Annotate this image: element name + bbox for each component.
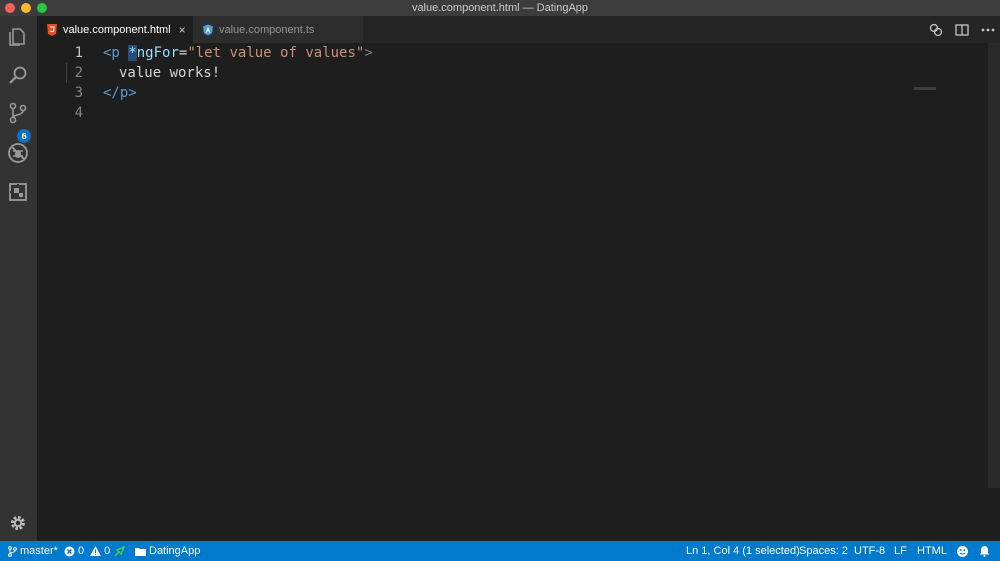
line-number: 3 xyxy=(74,85,83,101)
extensions-icon[interactable] xyxy=(7,181,29,203)
status-bar: master* 0 0 DatingApp Ln 1, Col 4 (1 sel… xyxy=(0,541,1000,561)
tab-value-component-ts[interactable]: value.component.ts xyxy=(193,16,363,43)
eol-text: LF xyxy=(894,545,907,557)
code-line[interactable]: 3 </p> xyxy=(37,83,977,103)
indentation-text: Spaces: 2 xyxy=(799,545,848,557)
activity-bar: 6 xyxy=(0,16,37,541)
tab-bar: value.component.html × value.component.t… xyxy=(37,16,1000,43)
code-line[interactable]: 1 <p *ngFor="let value of values"> xyxy=(37,43,977,63)
gear-icon[interactable] xyxy=(7,512,29,534)
more-icon[interactable] xyxy=(980,22,996,38)
debug-icon[interactable] xyxy=(7,142,29,164)
folder-name: DatingApp xyxy=(149,545,201,557)
line-number: 1 xyxy=(74,45,83,61)
tag-open: <p xyxy=(103,45,120,61)
tab-value-component-html[interactable]: value.component.html × xyxy=(37,16,193,43)
cursor-position[interactable]: Ln 1, Col 4 (1 selected) xyxy=(686,541,800,561)
branch-name: master* xyxy=(20,545,58,557)
line-number: 2 xyxy=(74,65,83,81)
close-window-button[interactable] xyxy=(5,3,15,13)
warning-count: 0 xyxy=(104,545,111,557)
code-editor[interactable]: 1 <p *ngFor="let value of values"> 2 val… xyxy=(37,43,1000,541)
error-icon xyxy=(64,546,75,557)
tab-label: value.component.ts xyxy=(219,23,315,36)
notifications-bell-icon[interactable] xyxy=(979,541,990,561)
line-number: 4 xyxy=(74,105,83,121)
encoding-text: UTF-8 xyxy=(854,545,886,557)
close-icon[interactable]: × xyxy=(179,23,186,37)
search-icon[interactable] xyxy=(7,64,29,86)
selected-text: * xyxy=(128,45,137,61)
angular-file-icon xyxy=(203,24,213,36)
open-changes-icon[interactable] xyxy=(928,22,944,38)
attribute-value: "let value of values" xyxy=(187,45,365,61)
code-line[interactable]: 2 value works! xyxy=(37,63,977,83)
window-title: value.component.html — DatingApp xyxy=(411,2,589,14)
editor-actions xyxy=(928,16,996,43)
indentation-setting[interactable]: Spaces: 2 xyxy=(799,541,848,561)
problems-indicator[interactable]: 0 0 xyxy=(64,541,110,561)
attribute-name: ngFor xyxy=(136,45,179,61)
eol-setting[interactable]: LF xyxy=(894,541,907,561)
indent-guide xyxy=(66,63,67,83)
error-count: 0 xyxy=(78,545,85,557)
tab-label: value.component.html xyxy=(63,23,171,36)
code-text: <p *ngFor="let value of values"> xyxy=(103,45,373,61)
language-mode[interactable]: HTML xyxy=(917,541,947,561)
code-line[interactable]: 4 xyxy=(37,103,977,123)
cursor-position-text: Ln 1, Col 4 (1 selected) xyxy=(686,545,800,557)
source-control-icon[interactable] xyxy=(7,102,29,124)
tag-bracket: > xyxy=(364,45,373,61)
source-control-badge: 6 xyxy=(17,129,31,143)
html-file-icon xyxy=(47,23,57,36)
git-branch-icon xyxy=(8,545,17,557)
maximize-window-button[interactable] xyxy=(37,3,47,13)
files-icon[interactable] xyxy=(7,26,29,48)
title-bar: value.component.html — DatingApp xyxy=(0,0,1000,16)
vertical-scrollbar[interactable] xyxy=(988,43,1000,488)
minimize-window-button[interactable] xyxy=(21,3,31,13)
workspace-folder[interactable]: DatingApp xyxy=(135,541,200,561)
branch-indicator[interactable]: master* xyxy=(8,541,58,561)
folder-icon xyxy=(135,547,146,556)
split-editor-icon[interactable] xyxy=(954,22,970,38)
live-share-icon[interactable] xyxy=(114,541,125,561)
encoding-setting[interactable]: UTF-8 xyxy=(854,541,885,561)
code-text: </p> xyxy=(103,85,137,101)
language-text: HTML xyxy=(917,545,947,557)
window-controls xyxy=(5,3,47,13)
feedback-icon[interactable] xyxy=(956,541,969,561)
code-text: value works! xyxy=(119,65,221,81)
warning-icon xyxy=(90,546,102,556)
